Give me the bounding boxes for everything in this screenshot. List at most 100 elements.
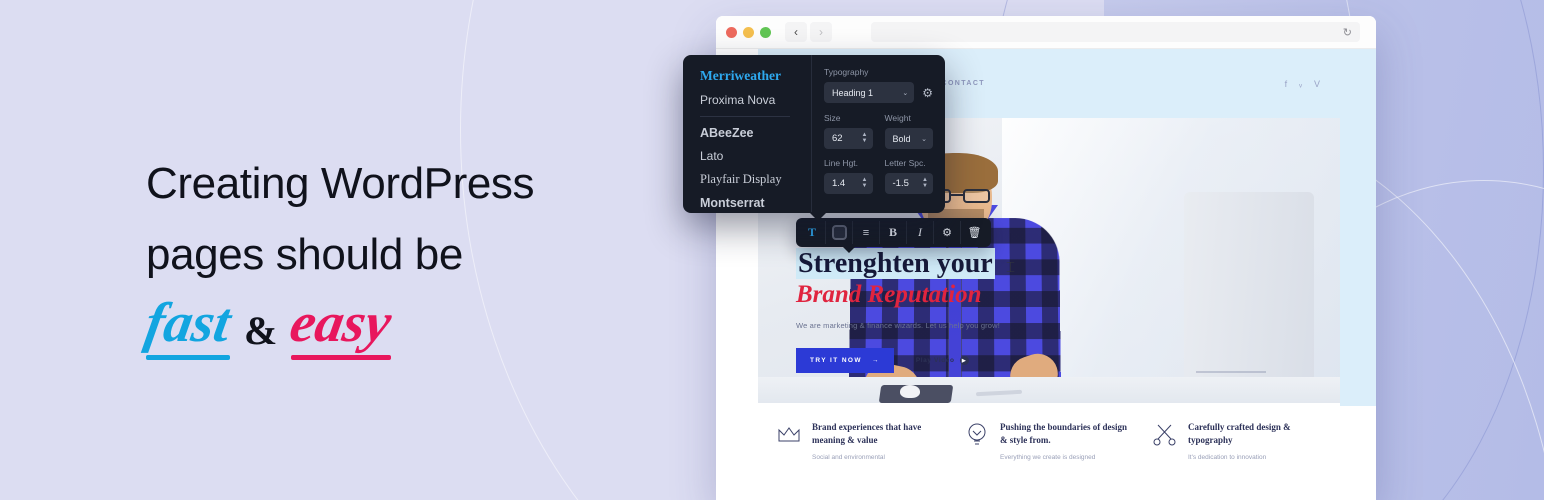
headline-line-2: pages should be xyxy=(146,230,463,280)
size-input[interactable]: 62 ▲ ▼ xyxy=(824,128,873,149)
typography-gear-icon[interactable]: ⚙ xyxy=(922,86,933,100)
lightbulb-icon xyxy=(964,421,990,447)
hero-copy: Strenghten your Brand Reputation We are … xyxy=(796,248,1056,374)
vimeo-icon[interactable]: V xyxy=(1314,79,1320,89)
heading-style-select[interactable]: Heading 1 ⌄ xyxy=(824,82,915,103)
feature-title-3: Carefully crafted design & typography xyxy=(1188,422,1291,446)
editor-toolbar: T ≡ B I ⚙ 🗑 xyxy=(796,218,991,253)
bold-tool-button[interactable]: B xyxy=(880,221,907,244)
feature-text-1: Brand experiences that have meaning & va… xyxy=(812,421,946,500)
computer-mouse xyxy=(900,385,920,398)
hero-subtitle: We are marketing & finance wizards. Let … xyxy=(796,321,1000,331)
arrow-right-icon: → xyxy=(871,357,880,365)
script-easy-group: easy xyxy=(286,292,396,360)
features-row: Brand experiences that have meaning & va… xyxy=(758,403,1340,500)
script-word-fast: fast xyxy=(140,291,236,354)
hero-actions: TRY IT NOW → Play Video ▶ xyxy=(796,348,1056,374)
site-nav-contact[interactable]: CONTACT xyxy=(941,80,985,87)
facebook-icon[interactable]: f xyxy=(1285,79,1288,89)
font-list-divider xyxy=(700,116,790,117)
font-item-abeezee[interactable]: ABeeZee xyxy=(700,126,811,140)
site-social-links: f ᵥ V xyxy=(1285,79,1320,89)
scissors-icon xyxy=(1152,421,1178,447)
letter-spacing-control: Letter Spc. -1.5 ▲ ▼ xyxy=(884,158,933,203)
script-fast-group: fast xyxy=(141,292,235,360)
delete-trash-icon[interactable]: 🗑 xyxy=(961,221,988,244)
weight-chevron-down-icon: ⌄ xyxy=(921,135,927,143)
size-stepper[interactable]: ▲ ▼ xyxy=(862,132,868,144)
font-item-montserrat[interactable]: Montserrat xyxy=(700,196,811,210)
headline-script-row: fast & easy xyxy=(141,292,666,360)
feature-title-2: Pushing the boundaries of design & style… xyxy=(1000,422,1128,446)
align-tool-button[interactable]: ≡ xyxy=(853,221,880,244)
typography-controls: Typography Heading 1 ⌄ ⚙ Size 62 ▲ ▼ Weig… xyxy=(812,55,945,213)
text-cursor-icon: ⌶ xyxy=(1006,260,1016,276)
chevron-down-icon: ⌄ xyxy=(902,89,909,97)
hero-heading-wrap: Strenghten your xyxy=(796,248,1056,280)
line-height-control: Line Hgt. 1.4 ▲ ▼ xyxy=(824,158,873,203)
minimize-window-button[interactable] xyxy=(743,26,754,38)
script-underline-fast xyxy=(146,354,230,360)
reload-icon[interactable]: ↻ xyxy=(1343,26,1352,39)
line-height-value: 1.4 xyxy=(832,178,846,189)
feature-card-2: Pushing the boundaries of design & style… xyxy=(964,421,1134,500)
feature-card-3: Carefully crafted design & typography It… xyxy=(1152,421,1322,500)
computer-monitor xyxy=(1184,192,1314,403)
line-height-label: Line Hgt. xyxy=(824,158,859,168)
ampersand: & xyxy=(244,307,278,353)
size-weight-row: Size 62 ▲ ▼ Weight Bold ⌄ xyxy=(824,113,933,158)
desk-surface xyxy=(758,377,1340,403)
typography-panel: Merriweather Proxima Nova ABeeZee Lato P… xyxy=(683,55,945,221)
traffic-lights xyxy=(726,26,771,38)
back-icon[interactable]: ‹ xyxy=(785,22,807,42)
maximize-window-button[interactable] xyxy=(760,26,771,38)
size-value: 62 xyxy=(832,133,843,144)
font-item-proxima-nova[interactable]: Proxima Nova xyxy=(700,93,811,107)
font-item-lato[interactable]: Lato xyxy=(700,149,811,163)
marketing-copy: Creating WordPress pages should be fast … xyxy=(141,148,666,360)
script-underline-easy xyxy=(291,354,391,360)
twitter-icon[interactable]: ᵥ xyxy=(1299,79,1302,89)
browser-chrome: ‹ › ↻ xyxy=(716,16,1376,49)
feature-subtitle-2: Everything we create is designed xyxy=(1000,454,1096,462)
play-video-button[interactable]: Play Video ▶ xyxy=(916,356,969,366)
size-control: Size 62 ▲ ▼ xyxy=(824,113,873,158)
letter-spacing-label: Letter Spc. xyxy=(884,158,926,168)
address-bar[interactable]: ↻ xyxy=(871,22,1360,42)
monitor-screen-line xyxy=(1196,371,1266,373)
feature-text-2: Pushing the boundaries of design & style… xyxy=(1000,421,1134,500)
try-it-now-button[interactable]: TRY IT NOW → xyxy=(796,348,894,374)
font-item-merriweather[interactable]: Merriweather xyxy=(700,68,811,84)
glasses-lens-right xyxy=(963,189,990,203)
settings-gear-icon[interactable]: ⚙ xyxy=(934,221,961,244)
forward-icon[interactable]: › xyxy=(810,22,832,42)
hero-heading-selected[interactable]: Strenghten your xyxy=(796,248,995,280)
weight-select[interactable]: Bold ⌄ xyxy=(884,128,933,149)
letter-spacing-stepper[interactable]: ▲ ▼ xyxy=(922,177,928,189)
weight-control: Weight Bold ⌄ xyxy=(884,113,933,158)
feature-text-3: Carefully crafted design & typography It… xyxy=(1188,421,1322,500)
heading-style-value: Heading 1 xyxy=(832,87,874,98)
color-swatch-button[interactable] xyxy=(826,221,853,244)
feature-title-1: Brand experiences that have meaning & va… xyxy=(812,422,922,446)
cta-label: TRY IT NOW xyxy=(810,357,862,365)
hero-heading-accent[interactable]: Brand Reputation xyxy=(796,281,1056,310)
italic-tool-button[interactable]: I xyxy=(907,221,934,244)
font-list: Merriweather Proxima Nova ABeeZee Lato P… xyxy=(683,55,812,213)
line-height-stepper[interactable]: ▲ ▼ xyxy=(862,177,868,189)
feature-subtitle-3: It's dedication to innovation xyxy=(1188,454,1267,462)
text-tool-button[interactable]: T xyxy=(799,221,826,244)
style-select-row: Heading 1 ⌄ ⚙ xyxy=(824,82,933,103)
close-window-button[interactable] xyxy=(726,26,737,38)
font-item-playfair-display[interactable]: Playfair Display xyxy=(700,172,811,187)
size-label: Size xyxy=(824,113,841,123)
typography-title: Typography xyxy=(824,67,869,77)
play-icon: ▶ xyxy=(959,356,969,366)
letter-spacing-input[interactable]: -1.5 ▲ ▼ xyxy=(884,173,933,194)
glasses-bridge xyxy=(951,194,963,196)
feature-subtitle-1: Social and environmental xyxy=(812,454,885,462)
crown-icon xyxy=(776,421,802,447)
weight-value: Bold xyxy=(892,133,911,144)
feature-card-1: Brand experiences that have meaning & va… xyxy=(776,421,946,500)
line-height-input[interactable]: 1.4 ▲ ▼ xyxy=(824,173,873,194)
